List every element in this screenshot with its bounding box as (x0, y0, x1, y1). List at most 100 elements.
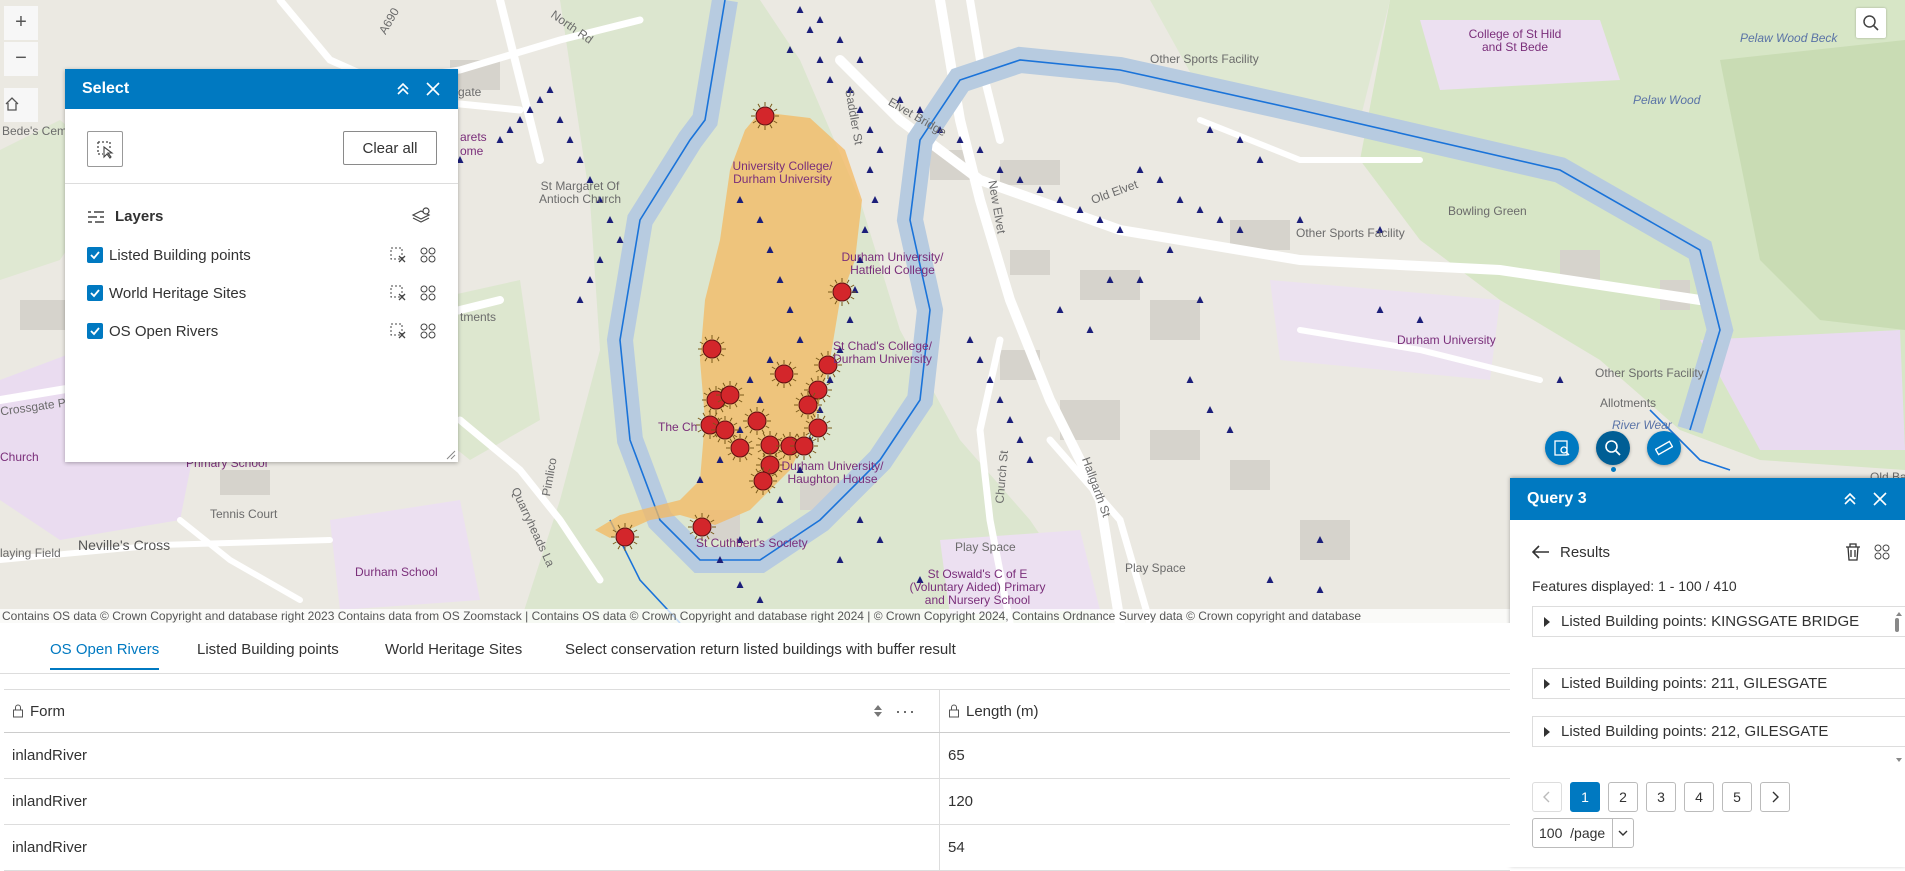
select-by-rectangle-button[interactable] (87, 131, 123, 167)
more-options-icon[interactable] (419, 246, 437, 264)
cell-form: inlandRiver (12, 793, 88, 810)
map-label: Other Sports Facility (1296, 226, 1405, 240)
table-header-row: Form ··· Length (m) (4, 689, 1510, 733)
map-label: Other Sports Facility (1150, 52, 1259, 66)
layer-checkbox[interactable] (87, 247, 103, 263)
map-label: Durham University (1397, 333, 1496, 347)
column-label: Form (30, 702, 65, 720)
map-label: Pelaw Wood Beck (1740, 31, 1838, 45)
layer-row-os-open-rivers[interactable]: OS Open Rivers (87, 319, 437, 343)
sort-icon[interactable] (873, 704, 883, 718)
map-label: College of St Hild and St Bede (1468, 27, 1562, 54)
panel-title: Select (82, 80, 130, 97)
page-button[interactable]: 5 (1722, 782, 1752, 812)
clear-selection-icon[interactable] (389, 322, 407, 340)
map-label: ome (460, 144, 484, 158)
lock-icon (949, 704, 959, 718)
table-tabs: OS Open Rivers Listed Building points Wo… (0, 623, 1510, 674)
query-tool-button[interactable] (1545, 431, 1579, 465)
result-item[interactable]: Listed Building points: KINGSGATE BRIDGE (1532, 606, 1905, 637)
trash-icon[interactable] (1845, 543, 1861, 561)
result-label: Listed Building points: 211, GILESGATE (1561, 675, 1828, 692)
more-options-icon[interactable] (419, 284, 437, 302)
result-item[interactable]: Listed Building points: 211, GILESGATE (1532, 668, 1905, 699)
clear-all-button[interactable]: Clear all (343, 131, 437, 165)
map-label: Neville's Cross (78, 537, 171, 553)
next-page-button[interactable] (1760, 782, 1790, 812)
page-size-select[interactable]: 100 /page (1532, 818, 1634, 848)
map-search-button[interactable] (1856, 8, 1886, 38)
table-row[interactable]: inlandRiver 65 (4, 733, 1510, 779)
dropdown-toggle[interactable] (1612, 819, 1633, 847)
layer-checkbox[interactable] (87, 323, 103, 339)
table-row[interactable]: inlandRiver 54 (4, 825, 1510, 871)
chevron-down-icon (1618, 830, 1628, 836)
back-arrow-icon[interactable] (1532, 545, 1550, 559)
query-list-icon (1554, 440, 1570, 456)
attribute-table: OS Open Rivers Listed Building points Wo… (0, 623, 1510, 871)
measure-tool-button[interactable] (1647, 431, 1681, 465)
collapse-button[interactable] (390, 76, 416, 102)
scroll-thumb[interactable] (1895, 618, 1899, 632)
close-button[interactable] (420, 76, 446, 102)
map-label: St Oswald's C of E (Voluntary Aided) Pri… (909, 567, 1046, 607)
cell-form: inlandRiver (12, 839, 88, 856)
result-item[interactable]: Listed Building points: 212, GILESGATE (1532, 716, 1905, 747)
column-menu-icon[interactable]: ··· (895, 701, 916, 722)
map-label: St Chad's College/ Durham University (832, 339, 932, 366)
layers-label: Layers (115, 208, 164, 225)
layers-gear-icon (411, 207, 431, 223)
table-row[interactable]: inlandRiver 120 (4, 779, 1510, 825)
page-button[interactable]: 4 (1684, 782, 1714, 812)
search-icon (1605, 440, 1621, 456)
select-cursor-icon (97, 141, 114, 159)
page-button[interactable]: 3 (1646, 782, 1676, 812)
layer-row-world-heritage-sites[interactable]: World Heritage Sites (87, 281, 437, 305)
layer-row-listed-building-points[interactable]: Listed Building points (87, 243, 437, 267)
map-label: Durham University/ Haughton House (781, 459, 884, 486)
column-label: Length (m) (966, 702, 1039, 720)
column-header-form[interactable]: Form ··· (12, 690, 932, 732)
zoom-out-button[interactable]: − (4, 42, 38, 76)
map-label: Bede's Cem (2, 124, 67, 138)
layer-options-button[interactable] (411, 206, 431, 231)
search-icon (1863, 15, 1879, 31)
result-label: Listed Building points: 212, GILESGATE (1561, 723, 1829, 740)
caret-right-icon (1544, 727, 1550, 737)
chevron-right-icon (1772, 791, 1779, 803)
tab-select-conservation-result[interactable]: Select conservation return listed buildi… (565, 641, 956, 668)
tab-os-open-rivers[interactable]: OS Open Rivers (50, 641, 160, 670)
zoom-in-button[interactable]: + (4, 6, 38, 40)
home-button[interactable] (4, 88, 38, 122)
tab-world-heritage-sites[interactable]: World Heritage Sites (385, 641, 522, 668)
layer-name: World Heritage Sites (109, 284, 247, 302)
collapse-button[interactable] (1837, 486, 1863, 512)
map-label: Durham University/ Hatfield College (841, 250, 944, 277)
more-options-icon[interactable] (419, 322, 437, 340)
clear-selection-icon[interactable] (389, 246, 407, 264)
list-icon (88, 210, 104, 223)
map-label: Tennis Court (210, 507, 278, 521)
column-header-length[interactable]: Length (m) (939, 690, 1508, 732)
results-scrollbar[interactable] (1893, 612, 1902, 762)
features-count: Features displayed: 1 - 100 / 410 (1532, 578, 1737, 594)
page-button[interactable]: 2 (1608, 782, 1638, 812)
clear-selection-icon[interactable] (389, 284, 407, 302)
tab-listed-building-points[interactable]: Listed Building points (197, 641, 339, 668)
results-title: Results (1560, 543, 1611, 561)
map-label: Durham School (355, 565, 438, 579)
map-label: St Margaret Of Antioch Church (538, 179, 622, 206)
page-button[interactable]: 1 (1570, 782, 1600, 812)
map-label: tments (460, 310, 497, 324)
more-options-icon[interactable] (1873, 543, 1891, 561)
caret-right-icon (1544, 679, 1550, 689)
active-tool-indicator (1611, 467, 1616, 472)
layer-name: OS Open Rivers (109, 322, 219, 340)
resize-handle-icon[interactable] (444, 448, 456, 460)
layer-checkbox[interactable] (87, 285, 103, 301)
close-icon (426, 82, 440, 96)
close-button[interactable] (1867, 486, 1893, 512)
search-tool-button[interactable] (1596, 431, 1630, 465)
select-panel: Select Clear all Layers Listed Building … (65, 69, 458, 462)
prev-page-button[interactable] (1532, 782, 1562, 812)
